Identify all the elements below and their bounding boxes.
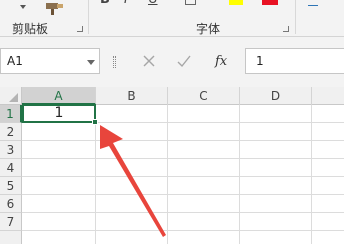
font-dialog-launcher-icon[interactable] <box>283 26 289 32</box>
clipboard-group-label: 剪贴板 <box>12 22 49 36</box>
borders-icon[interactable] <box>185 0 196 5</box>
clipboard-dialog-launcher-icon[interactable] <box>77 26 83 32</box>
group-separator <box>295 0 296 34</box>
name-box-value: A1 <box>7 54 23 68</box>
italic-button[interactable]: I <box>124 0 128 7</box>
formula-input[interactable]: 1 <box>245 48 344 74</box>
fill-color-icon[interactable] <box>229 0 243 5</box>
enter-check-icon[interactable] <box>173 50 195 72</box>
formula-bar-splitter-icon[interactable] <box>113 56 116 68</box>
bold-button[interactable]: B <box>100 0 110 7</box>
format-painter-icon[interactable] <box>43 0 67 15</box>
ribbon: 剪贴板 B I U 字体 <box>0 0 344 37</box>
spreadsheet-window: 剪贴板 B I U 字体 A1 fx <box>0 0 344 244</box>
formula-bar: A1 fx 1 <box>0 37 344 87</box>
name-box-dropdown-icon[interactable] <box>87 60 95 65</box>
formula-value: 1 <box>256 54 264 68</box>
underline-button[interactable]: U <box>148 0 158 7</box>
insert-function-button[interactable]: fx <box>215 54 227 69</box>
paste-dropdown-icon[interactable] <box>20 5 26 9</box>
annotation-arrow <box>100 125 166 237</box>
cancel-icon[interactable] <box>138 50 160 72</box>
worksheet-grid: A B C D 1 2 3 4 5 6 7 1 <box>0 87 344 244</box>
name-box[interactable]: A1 <box>0 48 100 74</box>
font-group-label: 字体 <box>196 22 221 36</box>
group-separator <box>88 0 89 34</box>
font-color-icon[interactable] <box>262 0 278 5</box>
alignment-icon[interactable] <box>308 0 318 6</box>
